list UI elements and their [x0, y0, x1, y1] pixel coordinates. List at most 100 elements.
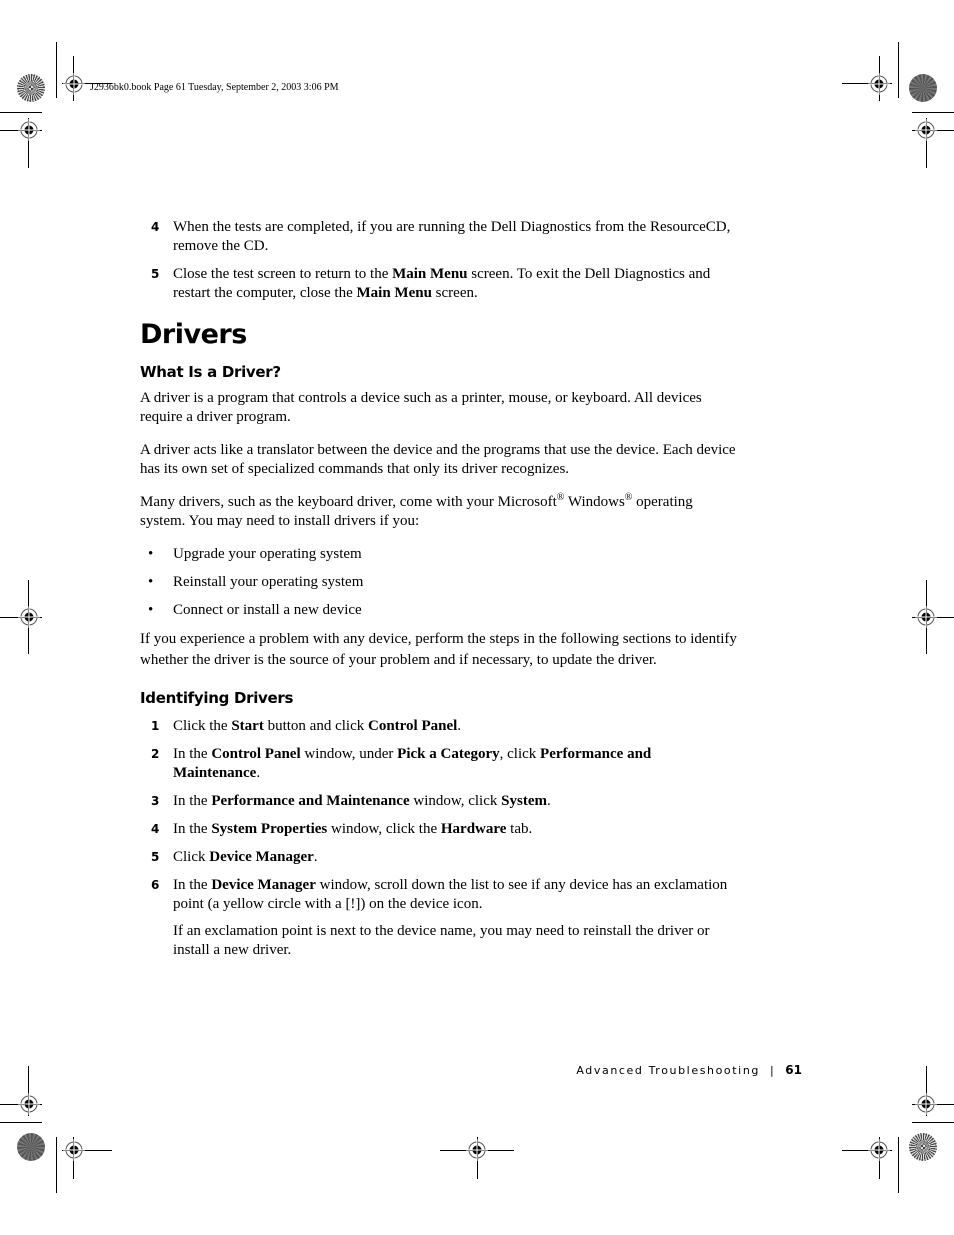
text-run: button and click [263, 718, 368, 734]
subsection-heading: Identifying Drivers [140, 689, 294, 707]
text-run: Close the test screen to return to the [173, 266, 393, 282]
step-item: 6 In the Device Manager window, scroll d… [140, 876, 740, 960]
step-number: 3 [151, 794, 160, 808]
text-run: Click [173, 849, 210, 865]
registration-mark-icon [868, 73, 890, 95]
text-run: . [256, 765, 261, 781]
step-number: 1 [151, 719, 160, 733]
page-footer: Advanced Troubleshooting | 61 [576, 1063, 802, 1077]
print-slug: J2936bk0.book Page 61 Tuesday, September… [90, 82, 339, 93]
step-item: 2 In the Control Panel window, under Pic… [140, 745, 740, 783]
ui-term: Device Manager [211, 877, 316, 893]
paragraph: A driver acts like a translator between … [140, 442, 736, 477]
ui-term: Hardware [440, 821, 507, 837]
step-number: 4 [151, 220, 160, 234]
top-steps: 4 When the tests are completed, if you a… [140, 218, 740, 303]
ui-term: Performance and Maintenance [211, 793, 410, 809]
step-item: 4 In the System Properties window, click… [140, 820, 740, 839]
ui-term: System [501, 793, 547, 809]
bullet-list: Upgrade your operating system Reinstall … [140, 545, 740, 620]
ui-term: System Properties [211, 821, 328, 837]
list-item: Reinstall your operating system [140, 573, 740, 592]
color-bar-star-icon [909, 74, 937, 102]
registration-mark-icon [915, 606, 937, 628]
step-number: 5 [151, 267, 160, 281]
footer-section-name: Advanced Troubleshooting [576, 1064, 760, 1077]
registration-mark-icon [63, 73, 85, 95]
text-run: window, under [300, 746, 398, 762]
step-item: 1 Click the Start button and click Contr… [140, 717, 740, 736]
step-number: 6 [151, 878, 160, 892]
text-run: . [313, 849, 318, 865]
crop-mark [912, 112, 954, 113]
ui-term: Device Manager [209, 849, 314, 865]
registration-mark-icon [18, 119, 40, 141]
subsection-heading: What Is a Driver? [140, 363, 281, 381]
registration-mark-icon [466, 1139, 488, 1161]
text-run: screen. [431, 285, 478, 301]
color-bar-star-icon [17, 1133, 45, 1161]
registration-mark-icon [915, 119, 937, 141]
crop-mark [56, 42, 57, 98]
step-number: 5 [151, 850, 160, 864]
crop-mark [912, 1122, 954, 1123]
ui-term: Main Menu [392, 266, 468, 282]
crop-mark [0, 112, 42, 113]
step-text: In the Device Manager window, scroll dow… [173, 877, 727, 912]
step-text: In the System Properties window, click t… [173, 821, 532, 837]
step-item: 5 Close the test screen to return to the… [140, 265, 740, 303]
section-title: Drivers [140, 319, 247, 350]
registration-mark-icon [18, 1093, 40, 1115]
ui-term: Start [231, 718, 264, 734]
text-run: window, click the [327, 821, 441, 837]
paragraph: A driver is a program that controls a de… [140, 390, 702, 425]
identifying-steps: 1 Click the Start button and click Contr… [140, 717, 740, 960]
list-item: Connect or install a new device [140, 601, 740, 620]
crop-mark [0, 1122, 42, 1123]
crop-mark [898, 1137, 899, 1193]
text-run: . [457, 718, 462, 734]
color-bar-star-icon [909, 1133, 937, 1161]
text-run: Click the [173, 718, 232, 734]
text-run: window, click [409, 793, 502, 809]
text-run: In the [173, 821, 212, 837]
text: Many drivers, such as the keyboard drive… [140, 494, 557, 510]
list-item: Upgrade your operating system [140, 545, 740, 564]
step-text: In the Control Panel window, under Pick … [173, 746, 651, 781]
step-text: Close the test screen to return to the M… [173, 266, 710, 301]
text-run: In the [173, 793, 212, 809]
page-number: 61 [785, 1063, 802, 1077]
crop-mark [56, 1137, 57, 1193]
step-item: 4 When the tests are completed, if you a… [140, 218, 740, 256]
ui-term: Pick a Category [397, 746, 500, 762]
ui-term: Main Menu [356, 285, 432, 301]
step-number: 4 [151, 822, 160, 836]
step-text: Click Device Manager. [173, 849, 318, 865]
step-text: Click the Start button and click Control… [173, 718, 461, 734]
crop-mark [898, 42, 899, 98]
text-run: When the tests are completed, if you are… [173, 219, 731, 254]
ui-term: Control Panel [367, 718, 458, 734]
text-run: tab. [506, 821, 533, 837]
registration-mark-icon [868, 1139, 890, 1161]
step-text: When the tests are completed, if you are… [173, 219, 730, 254]
step-item: 5 Click Device Manager. [140, 848, 740, 867]
color-bar-star-icon [17, 74, 45, 102]
registration-mark-icon [915, 1093, 937, 1115]
step-number: 2 [151, 747, 160, 761]
paragraph: If you experience a problem with any dev… [140, 631, 737, 668]
text-run: , click [499, 746, 541, 762]
ui-term: Control Panel [211, 746, 301, 762]
step-note: If an exclamation point is next to the d… [173, 923, 710, 958]
text: Windows [564, 494, 625, 510]
footer-separator: | [769, 1064, 776, 1077]
registration-mark-icon [63, 1139, 85, 1161]
paragraph: Many drivers, such as the keyboard drive… [140, 493, 740, 531]
text-run: In the [173, 877, 212, 893]
text-run: . [546, 793, 551, 809]
text-run: In the [173, 746, 212, 762]
registration-mark-icon [18, 606, 40, 628]
page-content: 4 When the tests are completed, if you a… [140, 218, 740, 969]
step-item: 3 In the Performance and Maintenance win… [140, 792, 740, 811]
step-text: In the Performance and Maintenance windo… [173, 793, 551, 809]
